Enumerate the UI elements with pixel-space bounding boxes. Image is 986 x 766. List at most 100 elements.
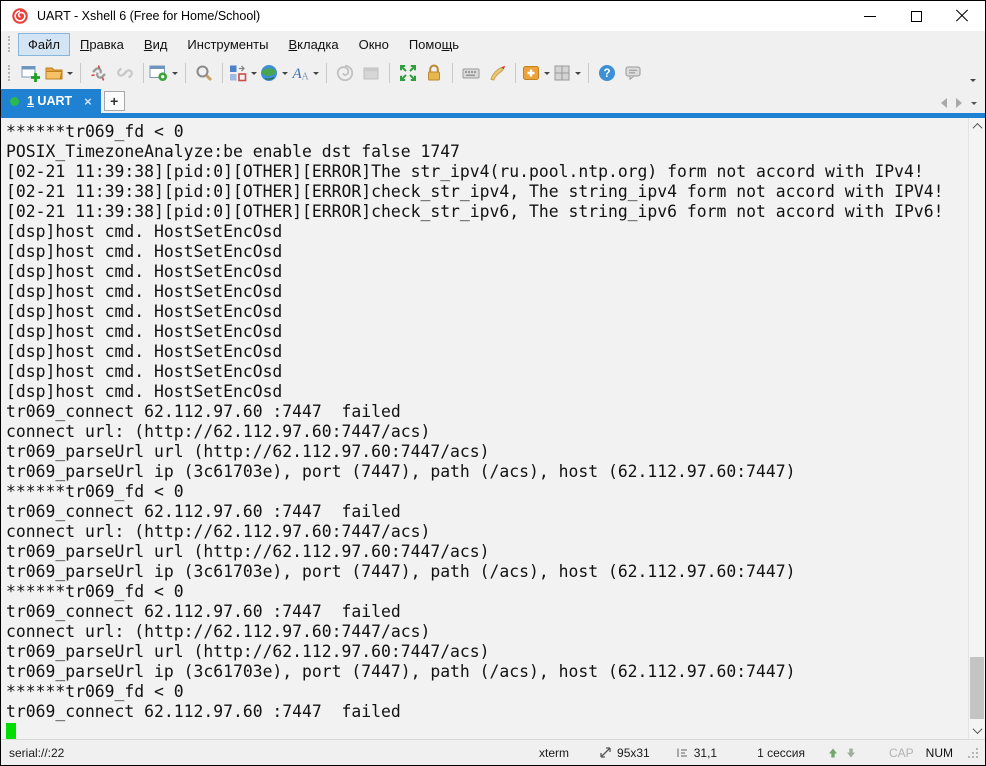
new-session-button[interactable] bbox=[18, 60, 44, 86]
menu-view[interactable]: Вид bbox=[134, 33, 178, 56]
window-resize-grip[interactable] bbox=[967, 747, 979, 759]
terminal-output[interactable]: ******tr069_fd < 0 POSIX_TimezoneAnalyze:… bbox=[1, 118, 968, 739]
swirl-gray-icon bbox=[335, 63, 355, 83]
reconnect-button[interactable] bbox=[112, 60, 138, 86]
terminal-line: [dsp]host cmd. HostSetEncOsd bbox=[6, 242, 968, 262]
new-file-button-dropdown-icon[interactable] bbox=[544, 72, 550, 78]
terminal-type: xterm bbox=[539, 746, 569, 760]
maximize-icon bbox=[911, 11, 922, 22]
terminal-line: [dsp]host cmd. HostSetEncOsd bbox=[6, 382, 968, 402]
package-icon bbox=[361, 63, 381, 83]
help-icon: ? bbox=[597, 63, 617, 83]
terminal-line: POSIX_TimezoneAnalyze:be enable dst fals… bbox=[6, 142, 968, 162]
feedback-icon bbox=[623, 63, 643, 83]
terminal-line: ******tr069_fd < 0 bbox=[6, 682, 968, 702]
compose-button[interactable] bbox=[484, 60, 510, 86]
tab-list-dropdown-icon[interactable] bbox=[971, 102, 977, 108]
terminal-line: [dsp]host cmd. HostSetEncOsd bbox=[6, 362, 968, 382]
find-button[interactable] bbox=[191, 60, 217, 86]
maximize-button[interactable] bbox=[893, 1, 939, 31]
find-icon bbox=[194, 63, 214, 83]
menu-window[interactable]: Окно bbox=[349, 33, 399, 56]
color-scheme-button[interactable] bbox=[228, 60, 259, 86]
terminal-area[interactable]: ******tr069_fd < 0 POSIX_TimezoneAnalyze:… bbox=[1, 118, 985, 739]
minimize-button[interactable] bbox=[847, 1, 893, 31]
toolbar: AA? bbox=[1, 57, 985, 89]
terminal-line: tr069_parseUrl url (http://62.112.97.60:… bbox=[6, 442, 968, 462]
download-arrow-icon[interactable] bbox=[845, 747, 857, 759]
help-button[interactable]: ? bbox=[594, 60, 620, 86]
font-button-dropdown-icon[interactable] bbox=[313, 72, 319, 78]
terminal-line: tr069_parseUrl ip (3c61703e), port (7447… bbox=[6, 662, 968, 682]
tab-bar: 1 UART × + bbox=[1, 89, 985, 113]
menu-edit[interactable]: Правка bbox=[70, 33, 134, 56]
xshell-window: UART - Xshell 6 (Free for Home/School) Ф… bbox=[0, 0, 986, 766]
terminal-line: ******tr069_fd < 0 bbox=[6, 582, 968, 602]
toolbar-overflow-button[interactable] bbox=[970, 79, 976, 85]
pen-icon bbox=[487, 63, 507, 83]
tile-windows-button-dropdown-icon[interactable] bbox=[575, 72, 581, 78]
scroll-up-button[interactable] bbox=[969, 118, 985, 135]
terminal-size: 95x31 bbox=[599, 746, 650, 760]
transfer-button[interactable] bbox=[358, 60, 384, 86]
menu-help[interactable]: Помощь bbox=[399, 33, 469, 56]
scrollbar-thumb[interactable] bbox=[970, 657, 984, 719]
session-properties-button-dropdown-icon[interactable] bbox=[172, 72, 178, 78]
feedback-button[interactable] bbox=[620, 60, 646, 86]
toolbar-separator bbox=[143, 63, 144, 83]
terminal-scrollbar[interactable] bbox=[968, 118, 985, 739]
window-title: UART - Xshell 6 (Free for Home/School) bbox=[37, 9, 260, 23]
lock-icon bbox=[424, 63, 444, 83]
terminal-line: connect url: (http://62.112.97.60:7447/a… bbox=[6, 422, 968, 442]
xagent-button[interactable] bbox=[332, 60, 358, 86]
tab-scroll-right-icon[interactable] bbox=[956, 98, 962, 108]
tab-scroll-left-icon[interactable] bbox=[941, 98, 947, 108]
open-session-button[interactable] bbox=[44, 60, 75, 86]
new-tab-button[interactable]: + bbox=[104, 91, 125, 111]
terminal-line: [dsp]host cmd. HostSetEncOsd bbox=[6, 222, 968, 242]
terminal-cursor bbox=[6, 723, 16, 739]
toolbar-grip[interactable] bbox=[8, 65, 11, 81]
disconnect-button[interactable] bbox=[86, 60, 112, 86]
tile-grid-icon bbox=[552, 63, 572, 83]
upload-arrow-icon[interactable] bbox=[827, 747, 839, 759]
toolbar-separator bbox=[588, 63, 589, 83]
menu-tab[interactable]: Вкладка bbox=[278, 33, 348, 56]
menu-tools[interactable]: Инструменты bbox=[177, 33, 278, 56]
svg-text:?: ? bbox=[603, 68, 610, 80]
terminal-line: [dsp]host cmd. HostSetEncOsd bbox=[6, 342, 968, 362]
fullscreen-button[interactable] bbox=[395, 60, 421, 86]
tile-windows-button[interactable] bbox=[552, 60, 583, 86]
encoding-button[interactable] bbox=[259, 60, 290, 86]
virtual-keyboard-button[interactable] bbox=[458, 60, 484, 86]
close-button[interactable] bbox=[939, 1, 985, 31]
terminal-line: [dsp]host cmd. HostSetEncOsd bbox=[6, 322, 968, 342]
tab-close-icon[interactable]: × bbox=[84, 95, 92, 108]
open-session-button-dropdown-icon[interactable] bbox=[67, 72, 73, 78]
encoding-button-dropdown-icon[interactable] bbox=[282, 72, 288, 78]
connection-uri: serial://:22 bbox=[9, 746, 64, 760]
tab-uart[interactable]: 1 UART × bbox=[1, 89, 101, 113]
font-button[interactable]: AA bbox=[290, 60, 321, 86]
color-scheme-icon bbox=[228, 63, 248, 83]
xshell-logo-icon bbox=[11, 7, 29, 25]
terminal-line: [02-21 11:39:38][pid:0][OTHER][ERROR]The… bbox=[6, 162, 968, 182]
keyboard-icon bbox=[461, 63, 481, 83]
menubar-grip[interactable] bbox=[8, 36, 11, 52]
status-bar: serial://:22 xterm 95x31 31,1 1 сессия C… bbox=[1, 739, 985, 765]
scroll-down-button[interactable] bbox=[969, 722, 985, 739]
reconnect-icon bbox=[115, 63, 135, 83]
session-properties-button[interactable] bbox=[149, 60, 180, 86]
color-scheme-button-dropdown-icon[interactable] bbox=[251, 72, 257, 78]
menu-file[interactable]: Файл bbox=[18, 33, 70, 56]
title-bar: UART - Xshell 6 (Free for Home/School) bbox=[1, 1, 985, 31]
new-file-button[interactable] bbox=[521, 60, 552, 86]
folder-plus-icon bbox=[521, 63, 541, 83]
terminal-line: [dsp]host cmd. HostSetEncOsd bbox=[6, 282, 968, 302]
lock-screen-button[interactable] bbox=[421, 60, 447, 86]
terminal-line: tr069_parseUrl url (http://62.112.97.60:… bbox=[6, 542, 968, 562]
session-count: 1 сессия bbox=[757, 746, 805, 760]
fullscreen-icon bbox=[398, 63, 418, 83]
terminal-line: connect url: (http://62.112.97.60:7447/a… bbox=[6, 522, 968, 542]
svg-text:A: A bbox=[302, 72, 310, 83]
